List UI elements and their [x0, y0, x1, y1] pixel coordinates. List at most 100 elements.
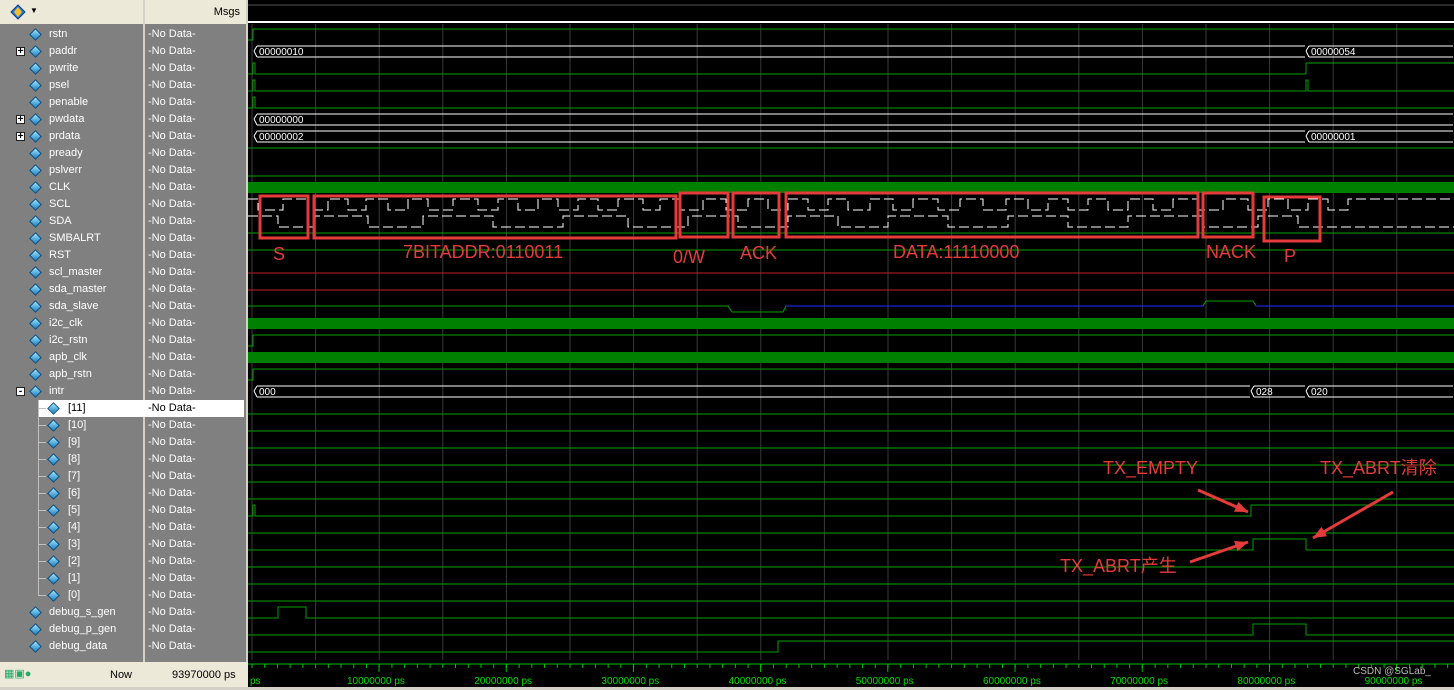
signal-row[interactable]: [6] -No Data- — [0, 485, 246, 502]
signal-value: -No Data- — [148, 640, 196, 652]
signal-row[interactable]: pready -No Data- — [0, 145, 246, 162]
annotation-label-s: S — [273, 244, 285, 264]
expand-icon[interactable]: + — [16, 132, 25, 142]
now-label: Now — [110, 669, 133, 681]
signal-row[interactable]: apb_rstn -No Data- — [0, 366, 246, 383]
signal-diamond-icon — [29, 300, 42, 313]
bus-value: 00000000 — [259, 115, 304, 126]
signal-value: -No Data- — [148, 334, 196, 346]
signal-row[interactable]: RST -No Data- — [0, 247, 246, 264]
waveform-canvas[interactable]: 00000010 00000054 00000000 00000002 00000001… — [248, 0, 1454, 687]
msgs-header-label: Msgs — [213, 6, 240, 18]
signal-diamond-icon — [29, 249, 42, 262]
signal-name: SMBALRT — [49, 232, 101, 244]
signal-name: paddr — [49, 45, 78, 57]
signal-list-pane: ▼ Msgs rstn -No Data- + paddr -No Data-pwrit… — [0, 0, 248, 687]
signal-diamond-icon — [29, 113, 42, 126]
signal-row[interactable]: apb_clk -No Data- — [0, 349, 246, 366]
annotation-label-data: DATA:11110000 — [893, 242, 1019, 262]
bus-waveform — [253, 385, 1250, 398]
signal-waveform — [248, 538, 1454, 551]
annotation-box — [678, 191, 730, 239]
chevron-down-icon[interactable]: ▼ — [30, 6, 38, 15]
signal-row[interactable]: + prdata -No Data- — [0, 128, 246, 145]
signal-value: -No Data- — [148, 130, 196, 142]
expand-icon[interactable]: + — [16, 47, 25, 57]
signal-name: debug_p_gen — [49, 623, 117, 635]
expand-icon[interactable]: + — [16, 115, 25, 125]
signal-value: -No Data- — [148, 232, 196, 244]
signal-value: -No Data- — [148, 436, 196, 448]
signal-row[interactable]: debug_data -No Data- — [0, 638, 246, 655]
signal-diamond-icon — [47, 538, 60, 551]
tree-line — [38, 578, 46, 579]
signal-row[interactable]: rstn -No Data- — [0, 26, 246, 43]
time-tick-label: ps — [250, 676, 261, 687]
signal-name-header: ▼ — [0, 0, 143, 25]
signal-row[interactable]: [11] -No Data- — [0, 400, 246, 417]
bus-waveform — [1305, 385, 1453, 398]
signal-name: CLK — [49, 181, 71, 193]
signal-row[interactable]: [7] -No Data- — [0, 468, 246, 485]
signal-diamond-icon — [29, 164, 42, 177]
signal-row[interactable]: pslverr -No Data- — [0, 162, 246, 179]
bus-value: 00000054 — [1311, 47, 1356, 58]
tree-line — [38, 544, 46, 545]
signal-row[interactable]: [9] -No Data- — [0, 434, 246, 451]
annotation-box — [1262, 195, 1322, 243]
signal-diamond-icon — [29, 385, 42, 398]
wave-toolbar-icon[interactable] — [10, 4, 26, 20]
signal-diamond-icon — [47, 521, 60, 534]
signal-name: intr — [49, 385, 65, 397]
signal-name: pready — [49, 147, 83, 159]
signal-diamond-icon — [29, 283, 42, 296]
signal-row[interactable]: - intr -No Data- — [0, 383, 246, 400]
signal-waveform — [248, 96, 1454, 109]
collapse-icon[interactable]: - — [16, 387, 25, 397]
signal-row[interactable]: + paddr -No Data- — [0, 43, 246, 60]
signal-row[interactable]: [2] -No Data- — [0, 553, 246, 570]
signal-row[interactable]: sda_slave -No Data- — [0, 298, 246, 315]
signal-value: -No Data- — [148, 113, 196, 125]
time-tick-label: 30000000 ps — [601, 676, 659, 687]
signal-value: -No Data- — [148, 368, 196, 380]
status-icons[interactable]: ▦▣● — [4, 667, 31, 680]
signal-row[interactable]: SCL -No Data- — [0, 196, 246, 213]
signal-value: -No Data- — [148, 45, 196, 57]
signal-row[interactable]: debug_s_gen -No Data- — [0, 604, 246, 621]
signal-row[interactable]: [5] -No Data- — [0, 502, 246, 519]
signal-row[interactable]: i2c_rstn -No Data- — [0, 332, 246, 349]
signal-value: -No Data- — [148, 589, 196, 601]
annotation-box — [1201, 191, 1255, 239]
signal-waveform — [248, 62, 1454, 75]
waveform-pane[interactable]: 00000010 00000054 00000000 00000002 00000001… — [248, 0, 1454, 687]
tree-line — [38, 527, 46, 528]
signal-row[interactable]: [4] -No Data- — [0, 519, 246, 536]
signal-row[interactable]: sda_master -No Data- — [0, 281, 246, 298]
tree-line — [38, 595, 46, 596]
signal-row[interactable]: [8] -No Data- — [0, 451, 246, 468]
signal-diamond-icon — [29, 317, 42, 330]
signal-row[interactable]: penable -No Data- — [0, 94, 246, 111]
signal-value: -No Data- — [148, 164, 196, 176]
signal-diamond-icon — [29, 96, 42, 109]
signal-row[interactable]: psel -No Data- — [0, 77, 246, 94]
signal-row[interactable]: pwrite -No Data- — [0, 60, 246, 77]
signal-row[interactable]: SMBALRT -No Data- — [0, 230, 246, 247]
signal-waveform — [248, 368, 1454, 381]
annotation-label-tx-abrt-set: TX_ABRT产生 — [1060, 556, 1177, 577]
signal-row[interactable]: scl_master -No Data- — [0, 264, 246, 281]
signal-row[interactable]: [1] -No Data- — [0, 570, 246, 587]
signal-row[interactable]: CLK -No Data- — [0, 179, 246, 196]
signal-row[interactable]: + pwdata -No Data- — [0, 111, 246, 128]
signal-name: [8] — [68, 453, 81, 465]
signal-row[interactable]: SDA -No Data- — [0, 213, 246, 230]
signal-row[interactable]: [0] -No Data- — [0, 587, 246, 604]
signal-row[interactable]: [3] -No Data- — [0, 536, 246, 553]
signal-row[interactable]: i2c_clk -No Data- — [0, 315, 246, 332]
signal-row[interactable]: debug_p_gen -No Data- — [0, 621, 246, 638]
signal-name: [2] — [68, 555, 81, 567]
tree-line — [38, 493, 46, 494]
tree-line — [38, 476, 46, 477]
signal-row[interactable]: [10] -No Data- — [0, 417, 246, 434]
